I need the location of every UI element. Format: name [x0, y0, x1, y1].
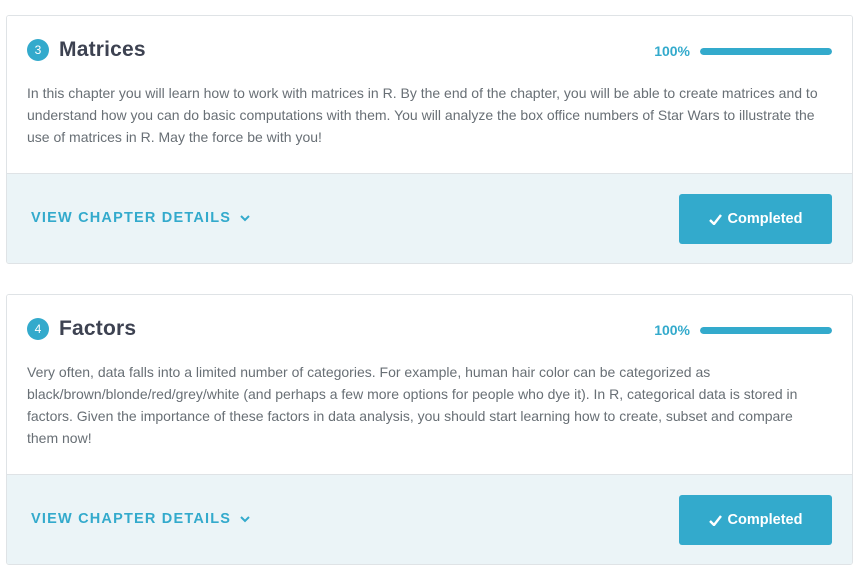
progress-percent: 100% [654, 322, 690, 338]
chevron-down-icon [240, 515, 250, 523]
checkmark-icon [708, 213, 722, 225]
chapter-number-badge: 3 [27, 39, 49, 61]
view-chapter-details-label: VIEW CHAPTER DETAILS [31, 511, 232, 527]
checkmark-icon [708, 514, 722, 526]
chapter-title: Factors [59, 317, 137, 340]
progress-bar [700, 326, 832, 334]
chapter-header: 4 Factors 100% Very often, data falls in… [7, 295, 852, 475]
chapter-header: 3 Matrices 100% In this chapter you will… [7, 16, 852, 174]
completed-button[interactable]: Completed [679, 495, 832, 545]
chapter-footer: VIEW CHAPTER DETAILS Completed [7, 475, 852, 564]
view-chapter-details-link[interactable]: VIEW CHAPTER DETAILS [31, 210, 250, 226]
progress-bar [700, 47, 832, 55]
view-chapter-details-label: VIEW CHAPTER DETAILS [31, 210, 232, 226]
chevron-down-icon [240, 214, 250, 222]
completed-button-label: Completed [727, 211, 803, 227]
chapter-number-badge: 4 [27, 318, 49, 340]
chapter-footer: VIEW CHAPTER DETAILS Completed [7, 174, 852, 263]
completed-button[interactable]: Completed [679, 194, 832, 244]
chapter-description: Very often, data falls into a limited nu… [27, 364, 798, 446]
chapter-description: In this chapter you will learn how to wo… [27, 85, 818, 145]
progress-bar-fill [700, 47, 832, 55]
chapter-title-row: 4 Factors [27, 317, 136, 341]
progress-percent: 100% [654, 43, 690, 59]
chapter-card-factors: 4 Factors 100% Very often, data falls in… [6, 294, 853, 565]
progress-bar-fill [700, 326, 832, 334]
chapter-title: Matrices [59, 38, 146, 61]
chapter-title-row: 3 Matrices [27, 38, 146, 62]
completed-button-label: Completed [727, 512, 803, 528]
chapter-card-matrices: 3 Matrices 100% In this chapter you will… [6, 15, 853, 264]
chapter-progress: 100% [654, 43, 832, 59]
view-chapter-details-link[interactable]: VIEW CHAPTER DETAILS [31, 511, 250, 527]
chapter-progress: 100% [654, 322, 832, 338]
